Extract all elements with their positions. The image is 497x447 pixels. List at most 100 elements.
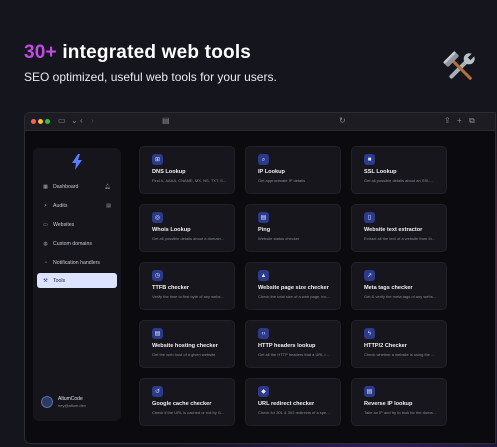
user-email: hey@altum.dev	[58, 403, 86, 408]
browser-titlebar: ▭ ⌄ ‹ › ▤ ↻ ⇪ + ⧉	[25, 113, 495, 131]
tool-card-whois-lookup[interactable]: ◎ Whois Lookup Get all possible details …	[139, 204, 235, 252]
tool-card-reverse-ip-lookup[interactable]: ▤ Reverse IP lookup Take an IP and try t…	[351, 378, 447, 426]
tool-title: Meta tags checker	[364, 285, 413, 291]
tool-card-website-hosting-checker[interactable]: ▤ Website hosting checker Get the web ho…	[139, 320, 235, 368]
tool-description: Get all possible details about a domain.…	[152, 236, 225, 241]
server-icon: ▤	[364, 386, 375, 397]
history-icon: ↺	[152, 386, 163, 397]
browser-window: ▭ ⌄ ‹ › ▤ ↻ ⇪ + ⧉ ▦ Dashboard 🔔︎ ⚡︎ Audi…	[24, 112, 496, 444]
tool-title: SSL Lookup	[364, 169, 397, 175]
tool-title: Google cache checker	[152, 401, 212, 407]
forward-icon[interactable]: ›	[91, 116, 94, 126]
tab-overview-icon[interactable]: ⧉	[469, 116, 475, 126]
tool-title: TTFB checker	[152, 285, 189, 291]
warning-icon: ▲	[258, 270, 269, 281]
server-icon: ▤	[258, 212, 269, 223]
directions-icon: ◆	[258, 386, 269, 397]
sidebar-item-label: Notification handlers	[53, 259, 101, 266]
hammer-and-wrench-icon	[443, 51, 476, 80]
tool-card-ip-lookup[interactable]: ⌕ IP Lookup Get approximate IP details	[245, 146, 341, 194]
document-icon: ▯	[364, 212, 375, 223]
maximize-window-dot[interactable]	[45, 119, 50, 124]
tool-title: Reverse IP lookup	[364, 401, 413, 407]
tool-title: Whois Lookup	[152, 227, 191, 233]
tool-card-ssl-lookup[interactable]: ■ SSL Lookup Get all possible details ab…	[351, 146, 447, 194]
stopwatch-icon: ◷	[152, 270, 163, 281]
tool-title: DNS Lookup	[152, 169, 186, 175]
reload-icon[interactable]: ↻	[339, 116, 346, 126]
tool-description: Verify the time to first byte of any web…	[152, 294, 224, 299]
fingerprint-icon: ◎	[152, 212, 163, 223]
user-profile[interactable]: AltumCode hey@altum.dev	[39, 393, 117, 413]
tool-card-website-text-extractor[interactable]: ▯ Website text extractor Extract all the…	[351, 204, 447, 252]
tool-title: Website hosting checker	[152, 343, 218, 349]
privacy-report-icon[interactable]: ▤	[162, 116, 170, 126]
tool-description: Get all possible details about an SSL...	[364, 178, 433, 183]
lock-icon: ■	[364, 154, 375, 165]
sidebar-item-tools[interactable]: ⚒︎ Tools	[37, 273, 117, 288]
search-icon: ⌕	[258, 154, 269, 165]
tool-card-http-headers-lookup[interactable]: ‹› HTTP headers lookup Get all the HTTP …	[245, 320, 341, 368]
sidebar-item-label: Custom domains	[53, 240, 92, 247]
tool-card-ping[interactable]: ▤ Ping Website status checker	[245, 204, 341, 252]
new-tab-icon[interactable]: +	[457, 116, 462, 126]
tool-card-ttfb-checker[interactable]: ◷ TTFB checker Verify the time to first …	[139, 262, 235, 310]
tool-card-meta-tags-checker[interactable]: ↗ Meta tags checker Get & verify the met…	[351, 262, 447, 310]
code-icon: ‹›	[258, 328, 269, 339]
logo-icon	[72, 154, 82, 170]
tool-description: Get all the HTTP headers that a URL r...	[258, 352, 329, 357]
tool-description: Take an IP and try to look for the doma.…	[364, 410, 436, 415]
tool-description: Check for 301 & 302 redirects of a spe..…	[258, 410, 330, 415]
bolt-icon: ⚡︎	[43, 202, 48, 209]
sidebar-item-label: Tools	[53, 277, 66, 284]
tool-card-google-cache-checker[interactable]: ↺ Google cache checker Check if the URL …	[139, 378, 235, 426]
globe-icon: ◍	[43, 240, 48, 247]
bell-icon: ◔	[43, 259, 48, 266]
sidebar-item-label: Websites	[53, 221, 75, 228]
tool-description: Check if the URL is cached or not by G..…	[152, 410, 225, 415]
tool-title: Website text extractor	[364, 227, 423, 233]
minimize-window-dot[interactable]	[38, 119, 43, 124]
external-link-icon: ↗	[364, 270, 375, 281]
tools-icon: ⚒︎	[43, 277, 48, 284]
dashboard-icon: ▦	[43, 183, 48, 190]
tool-title: IP Lookup	[258, 169, 285, 175]
tool-card-url-redirect-checker[interactable]: ◆ URL redirect checker Check for 301 & 3…	[245, 378, 341, 426]
sidebar-item-dashboard[interactable]: ▦ Dashboard 🔔︎	[37, 179, 117, 194]
sidebar-item-websites[interactable]: ▭ Websites	[37, 217, 117, 232]
app-sidebar: ▦ Dashboard 🔔︎ ⚡︎ Audits ▤ ▭ Websites ◍ …	[33, 148, 121, 421]
tool-title: HTTP headers lookup	[258, 343, 316, 349]
sidebar-toggle-icon[interactable]: ▭	[58, 116, 66, 126]
close-window-dot[interactable]	[31, 119, 36, 124]
tool-description: Get & verify the meta tags of any webs..…	[364, 294, 437, 299]
bolt-icon: ϟ	[364, 328, 375, 339]
network-icon: ⊞	[152, 154, 163, 165]
user-name: AltumCode	[58, 396, 83, 402]
monitor-icon: ▭	[43, 221, 48, 228]
tool-description: Get the web host of a given website.	[152, 352, 217, 357]
tool-description: Extract all the text of a website from t…	[364, 236, 436, 241]
tool-title: Ping	[258, 227, 271, 233]
tool-title: HTTP/2 Checker	[364, 343, 407, 349]
sidebar-item-notification-handlers[interactable]: ◔ Notification handlers	[37, 255, 117, 270]
tool-description: Check whether a website is using the ...	[364, 352, 435, 357]
tool-description: Find A, AAAA, CNAME, MX, NS, TXT, S...	[152, 178, 227, 183]
chevron-down-icon[interactable]: ⌄	[71, 116, 78, 126]
headline-text: integrated web tools	[62, 42, 252, 63]
tool-card-dns-lookup[interactable]: ⊞ DNS Lookup Find A, AAAA, CNAME, MX, NS…	[139, 146, 235, 194]
server-icon: ▤	[106, 202, 111, 209]
tool-description: Get approximate IP details	[258, 178, 306, 183]
sidebar-item-label: Audits	[53, 202, 68, 209]
tool-card-http2-checker[interactable]: ϟ HTTP/2 Checker Check whether a website…	[351, 320, 447, 368]
sidebar-item-audits[interactable]: ⚡︎ Audits ▤	[37, 198, 117, 213]
avatar	[41, 396, 53, 408]
sidebar-item-custom-domains[interactable]: ◍ Custom domains	[37, 236, 117, 251]
bell-icon: 🔔︎	[104, 183, 111, 190]
share-icon[interactable]: ⇪	[444, 116, 451, 126]
back-icon[interactable]: ‹	[80, 116, 83, 126]
server-icon: ▤	[152, 328, 163, 339]
hero-headline: 30+ integrated web tools	[24, 42, 251, 64]
tool-card-website-page-size-checker[interactable]: ▲ Website page size checker Check the to…	[245, 262, 341, 310]
tool-title: URL redirect checker	[258, 401, 315, 407]
sidebar-item-label: Dashboard	[53, 183, 79, 190]
